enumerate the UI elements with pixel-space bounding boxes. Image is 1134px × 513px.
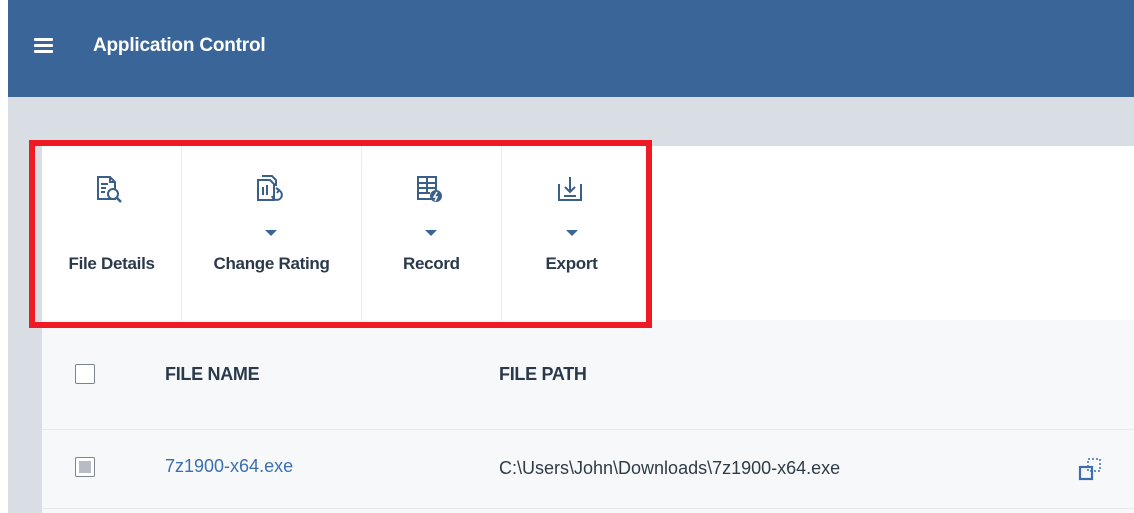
- hamburger-menu-icon[interactable]: [34, 38, 53, 54]
- chevron-down-icon: [425, 230, 437, 236]
- expand-details-icon[interactable]: [1078, 457, 1102, 481]
- app-header: Application Control: [8, 0, 1134, 97]
- page-title: Application Control: [93, 35, 266, 56]
- left-border: [0, 0, 8, 513]
- record-button[interactable]: Record: [362, 146, 502, 321]
- file-details-label: File Details: [68, 254, 155, 273]
- change-rating-button[interactable]: Change Rating: [182, 146, 362, 321]
- record-icon: [417, 176, 442, 202]
- file-details-button[interactable]: File Details: [42, 146, 182, 321]
- chevron-down-icon: [265, 230, 277, 236]
- export-label: Export: [545, 254, 598, 273]
- file-name-link[interactable]: 7z1900-x64.exe: [165, 456, 293, 477]
- record-label: Record: [403, 254, 460, 273]
- row-checkbox[interactable]: [75, 457, 95, 477]
- toolbar: File Details Change Rating Record Export: [42, 146, 641, 321]
- column-header-file-path[interactable]: FILE PATH: [499, 364, 587, 385]
- select-all-checkbox[interactable]: [75, 364, 95, 384]
- column-header-file-name[interactable]: FILE NAME: [165, 364, 260, 385]
- file-details-icon: [97, 176, 122, 203]
- export-icon: [558, 177, 582, 201]
- chevron-down-icon: [566, 230, 578, 236]
- change-rating-icon: [257, 175, 283, 201]
- change-rating-label: Change Rating: [213, 254, 330, 273]
- file-path-cell: C:\Users\John\Downloads\7z1900-x64.exe: [499, 458, 841, 478]
- export-button[interactable]: Export: [502, 146, 641, 321]
